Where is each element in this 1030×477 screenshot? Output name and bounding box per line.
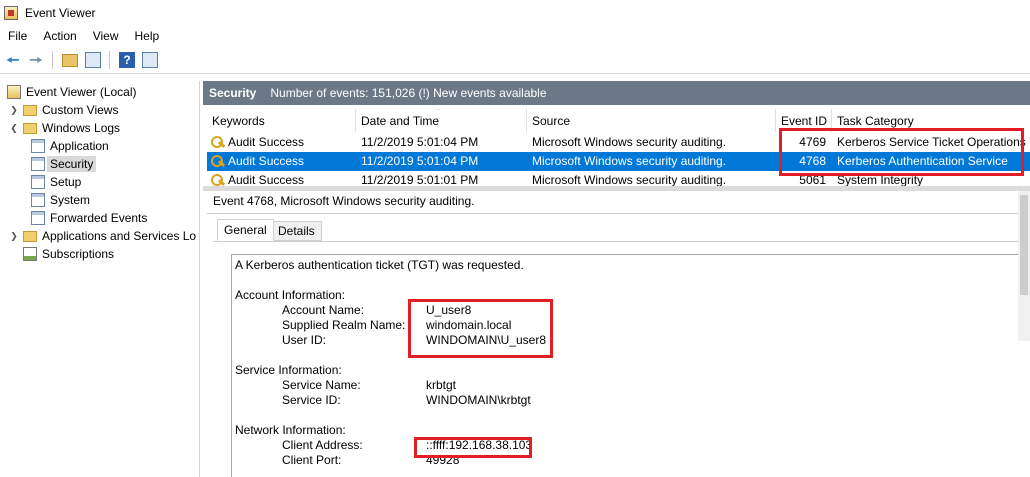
tree-item-windows-logs[interactable]: ❮ Windows Logs [8, 119, 120, 137]
menu-file[interactable]: File [0, 26, 35, 46]
toolbar-separator [52, 51, 53, 69]
log-icon [31, 157, 45, 171]
menu-action[interactable]: Action [35, 26, 84, 46]
event-detail-title: Event 4768, Microsoft Windows security a… [213, 194, 475, 208]
window-title: Event Viewer [25, 6, 96, 20]
service-section-label: Service Information: [235, 363, 342, 377]
service-name-label: Service Name: [282, 378, 361, 392]
event-grid: Keywords Date and Time ⌃ Source Event ID… [207, 109, 1030, 186]
tree-item-subscriptions[interactable]: Subscriptions [20, 245, 114, 263]
navigation-tree: Event Viewer (Local) ❯ Custom Views ❮ Wi… [0, 81, 200, 477]
client-address-value: ::ffff:192.168.38.103 [426, 438, 533, 452]
divider [213, 241, 1030, 242]
log-icon [31, 175, 45, 189]
tab-general[interactable]: General [217, 219, 274, 241]
event-summary: A Kerberos authentication ticket (TGT) w… [235, 258, 524, 272]
event-count-status: Number of events: 151,026 (!) New events… [270, 86, 547, 100]
realm-value: windomain.local [426, 318, 512, 332]
tree-item-root[interactable]: Event Viewer (Local) [4, 83, 137, 101]
up-folder-icon[interactable] [60, 50, 80, 70]
realm-label: Supplied Realm Name: [282, 318, 406, 332]
log-icon [31, 193, 45, 207]
properties-icon[interactable] [140, 50, 160, 70]
main-pane: Security Number of events: 151,026 (!) N… [203, 81, 1030, 477]
event-viewer-icon [7, 85, 21, 99]
table-row[interactable]: Audit Success 11/2/2019 5:01:04 PM Micro… [207, 133, 1030, 152]
tree-item-applications-and-services[interactable]: ❯ Applications and Services Lo [8, 227, 196, 245]
scrollbar-thumb[interactable] [1020, 195, 1028, 295]
account-name-label: Account Name: [282, 303, 365, 317]
chevron-right-icon[interactable]: ❯ [8, 105, 20, 116]
service-id-label: Service ID: [282, 393, 341, 407]
chevron-right-icon[interactable]: ❯ [8, 231, 20, 242]
column-event-id[interactable]: Event ID [776, 109, 832, 132]
client-address-label: Client Address: [282, 438, 363, 452]
log-header: Security Number of events: 151,026 (!) N… [203, 81, 1030, 105]
folder-icon [23, 104, 37, 116]
sort-indicator-icon: ⌃ [434, 109, 442, 116]
toolbar: 🠔 🠖 ? [0, 47, 1030, 74]
key-icon [211, 174, 225, 186]
detail-scrollbar[interactable] [1018, 191, 1030, 341]
key-icon [211, 155, 225, 168]
tree-item-setup[interactable]: Setup [28, 173, 81, 191]
divider [207, 213, 1030, 214]
subscriptions-icon [23, 247, 37, 261]
tree-item-custom-views[interactable]: ❯ Custom Views [8, 101, 118, 119]
tab-details[interactable]: Details [271, 221, 322, 241]
account-name-value: U_user8 [426, 303, 472, 317]
title-bar: Event Viewer [0, 0, 1030, 26]
event-description: A Kerberos authentication ticket (TGT) w… [231, 254, 1030, 477]
folder-icon [23, 230, 37, 242]
key-icon [211, 136, 225, 149]
menu-help[interactable]: Help [127, 26, 168, 46]
client-port-value: 49928 [426, 453, 460, 467]
log-title: Security [209, 86, 257, 100]
log-icon [31, 211, 45, 225]
log-icon [31, 139, 45, 153]
service-name-value: krbtgt [426, 378, 457, 392]
user-id-value: WINDOMAIN\U_user8 [426, 333, 547, 347]
tree-item-system[interactable]: System [28, 191, 90, 209]
folder-icon [23, 122, 37, 134]
column-keywords[interactable]: Keywords [207, 109, 356, 132]
back-arrow-icon[interactable]: 🠔 [3, 50, 23, 70]
chevron-down-icon[interactable]: ❮ [8, 123, 20, 134]
toolbar-separator [109, 51, 110, 69]
column-source[interactable]: Source [527, 109, 776, 132]
service-id-value: WINDOMAIN\krbtgt [426, 393, 531, 407]
client-port-label: Client Port: [282, 453, 342, 467]
event-detail-pane: Event 4768, Microsoft Windows security a… [207, 191, 1030, 477]
tree-item-security[interactable]: Security [28, 155, 97, 173]
table-row[interactable]: Audit Success 11/2/2019 5:01:01 PM Micro… [207, 171, 1030, 186]
network-section-label: Network Information: [235, 423, 346, 437]
tree-item-application[interactable]: Application [28, 137, 109, 155]
event-viewer-icon [4, 6, 18, 20]
account-section-label: Account Information: [235, 288, 346, 302]
table-row[interactable]: Audit Success 11/2/2019 5:01:04 PM Micro… [207, 152, 1030, 171]
help-icon[interactable]: ? [117, 50, 137, 70]
tree-item-forwarded-events[interactable]: Forwarded Events [28, 209, 147, 227]
menu-view[interactable]: View [85, 26, 127, 46]
show-hide-tree-icon[interactable] [83, 50, 103, 70]
column-task-category[interactable]: Task Category [832, 109, 1030, 132]
user-id-label: User ID: [282, 333, 327, 347]
menu-bar: File Action View Help [0, 26, 1030, 46]
forward-arrow-icon[interactable]: 🠖 [26, 50, 46, 70]
